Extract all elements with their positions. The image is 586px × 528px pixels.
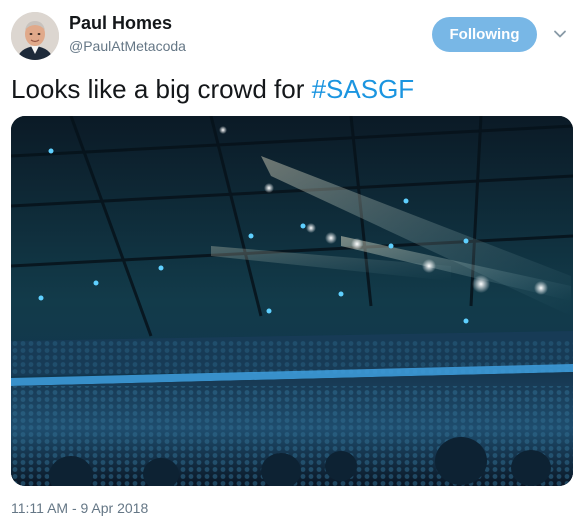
following-button-label: Following	[449, 26, 520, 43]
tweet-text-body: Looks like a big crowd for	[11, 74, 312, 104]
tweet-timestamp[interactable]: 11:11 AM - 9 Apr 2018	[11, 500, 148, 516]
author-name[interactable]: Paul Homes	[69, 13, 172, 34]
tweet-photo[interactable]	[11, 116, 573, 486]
following-button[interactable]: Following	[432, 17, 537, 52]
chevron-down-icon[interactable]	[553, 27, 567, 41]
hashtag-link[interactable]: #SASGF	[312, 74, 415, 104]
avatar[interactable]	[11, 12, 59, 60]
tweet-text: Looks like a big crowd for #SASGF	[11, 74, 414, 105]
author-handle[interactable]: @PaulAtMetacoda	[69, 38, 186, 54]
